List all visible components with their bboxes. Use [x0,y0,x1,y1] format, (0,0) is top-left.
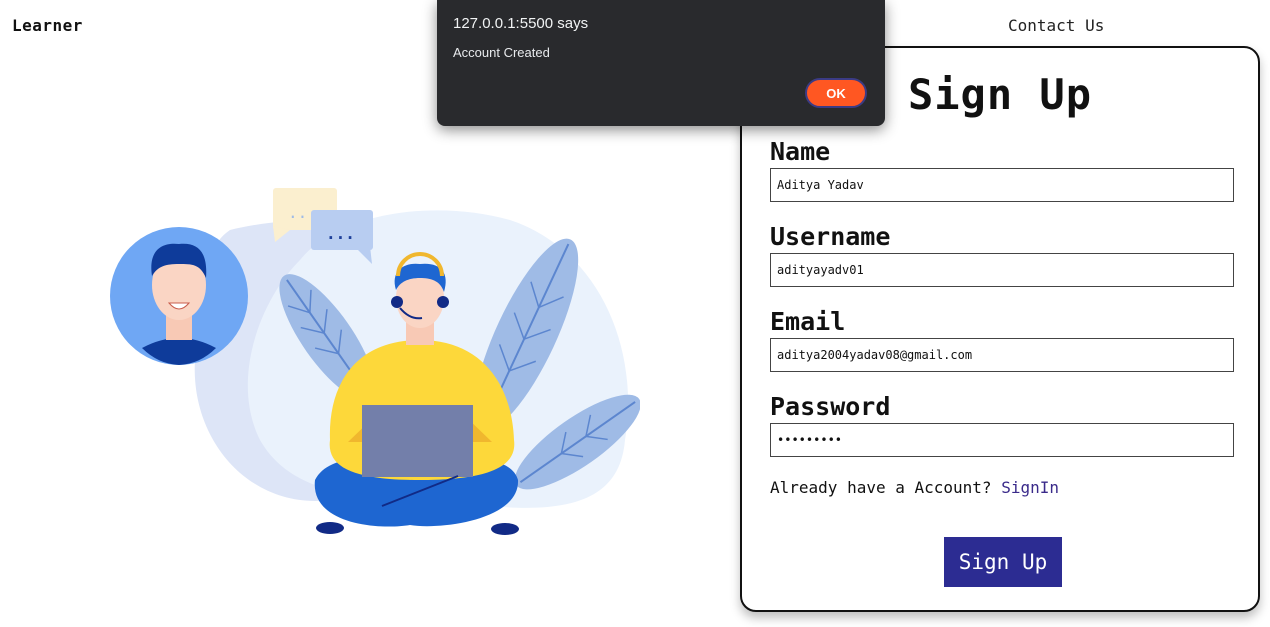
password-input[interactable] [770,423,1234,457]
password-label: Password [770,392,891,421]
dialog-origin: 127.0.0.1:5500 says [453,15,589,32]
alert-dialog: 127.0.0.1:5500 says Account Created OK [437,0,885,126]
email-input[interactable] [770,338,1234,372]
signin-link[interactable]: SignIn [1001,478,1059,497]
signup-button[interactable]: Sign Up [944,537,1062,587]
username-label: Username [770,222,891,251]
ok-button[interactable]: OK [805,78,867,108]
support-agent-illustration: ... ... [110,188,640,535]
dialog-message: Account Created [453,45,550,60]
signin-prompt-text: Already have a Account? [770,478,992,497]
signin-prompt: Already have a Account? SignIn [770,478,1059,497]
chat-dots-blue: ... [326,224,355,243]
customer-avatar [110,227,248,365]
signup-card: Sign Up Name Username Email Password Alr… [740,46,1260,612]
email-label: Email [770,307,846,336]
nav-contact-link[interactable]: Contact Us [1008,16,1104,35]
brand-logo-text[interactable]: Learner [12,16,83,35]
name-input[interactable] [770,168,1234,202]
name-label: Name [770,137,831,166]
username-input[interactable] [770,253,1234,287]
